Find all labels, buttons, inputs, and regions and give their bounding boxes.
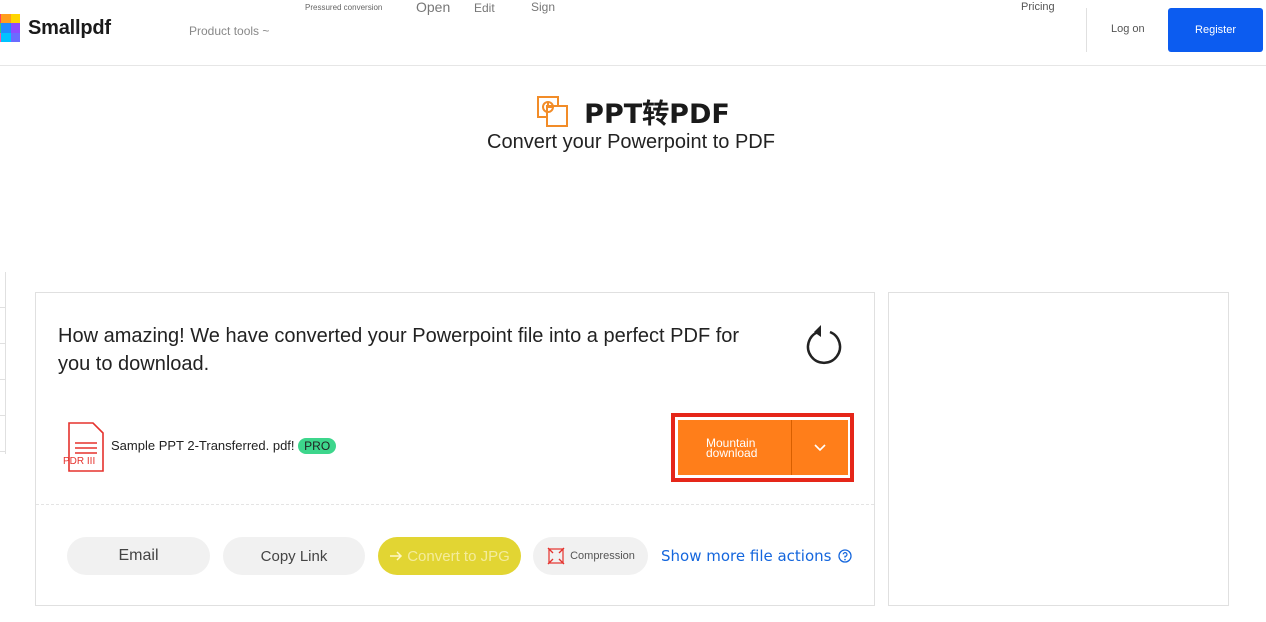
email-button[interactable]: Email — [67, 537, 210, 575]
show-more-label: Show more file actions — [661, 547, 832, 565]
logo-tile — [10, 32, 20, 42]
register-button[interactable]: Register — [1168, 8, 1263, 52]
left-edge-panel — [0, 272, 6, 454]
logo-tile — [1, 14, 11, 24]
help-icon — [838, 549, 853, 563]
nav-open[interactable]: Open — [416, 0, 450, 15]
side-ad-panel — [888, 292, 1229, 606]
logo-tile — [1, 32, 11, 42]
login-link[interactable]: Log on — [1111, 23, 1145, 35]
ppt-icon — [537, 95, 569, 127]
chevron-down-icon — [814, 443, 826, 451]
download-button[interactable]: Mountain download — [678, 420, 792, 475]
file-name: Sample PPT 2-Transferred. pdf! PRO — [111, 438, 337, 454]
smallpdf-logo-icon — [0, 14, 20, 42]
nav-sign[interactable]: Sign — [531, 0, 555, 14]
smallpdf-logo[interactable]: Smallpdf — [0, 14, 111, 42]
compression-label: Compression — [570, 550, 635, 562]
file-name-text: Sample PPT 2-Transferred. pdf! — [111, 438, 295, 453]
compress-icon — [547, 547, 565, 565]
nav-edit[interactable]: Edit — [474, 1, 495, 15]
success-message: How amazing! We have converted your Powe… — [58, 325, 740, 375]
logo-tile — [10, 23, 20, 33]
logo-text: Smallpdf — [28, 16, 111, 39]
download-highlight: Mountain download — [671, 413, 854, 482]
compression-button[interactable]: Compression — [533, 537, 648, 575]
result-card: How amazing! We have converted your Powe… — [35, 292, 875, 606]
pdf-file-icon: PDR III — [63, 422, 104, 472]
pro-badge: PRO — [298, 438, 337, 454]
card-divider — [36, 504, 874, 505]
convert-to-jpg-label: Convert to JPG — [407, 547, 510, 565]
page-title: PPT转PDF — [584, 99, 730, 130]
nav-pricing[interactable]: Pricing — [1021, 1, 1055, 13]
arrow-right-icon — [390, 551, 403, 561]
logo-tile — [1, 23, 11, 33]
page-title-row: PPT转PDF — [0, 92, 1266, 131]
header-divider — [1086, 8, 1087, 52]
page-subtitle: Convert your Powerpoint to PDF — [487, 131, 775, 153]
restart-icon[interactable] — [804, 323, 844, 367]
download-options-button[interactable] — [792, 420, 848, 475]
file-icon-label: PDR III — [63, 456, 95, 467]
logo-tile — [10, 14, 20, 24]
convert-to-jpg-button[interactable]: Convert to JPG — [378, 537, 521, 575]
copy-link-button[interactable]: Copy Link — [223, 537, 365, 575]
top-header: Smallpdf Product tools ~ Pressured conve… — [0, 0, 1266, 66]
nav-pressured-conversion[interactable]: Pressured conversion — [305, 3, 382, 12]
download-button-group: Mountain download — [678, 420, 848, 475]
product-tools-menu[interactable]: Product tools ~ — [189, 24, 269, 38]
show-more-actions-link[interactable]: Show more file actions — [661, 547, 853, 565]
